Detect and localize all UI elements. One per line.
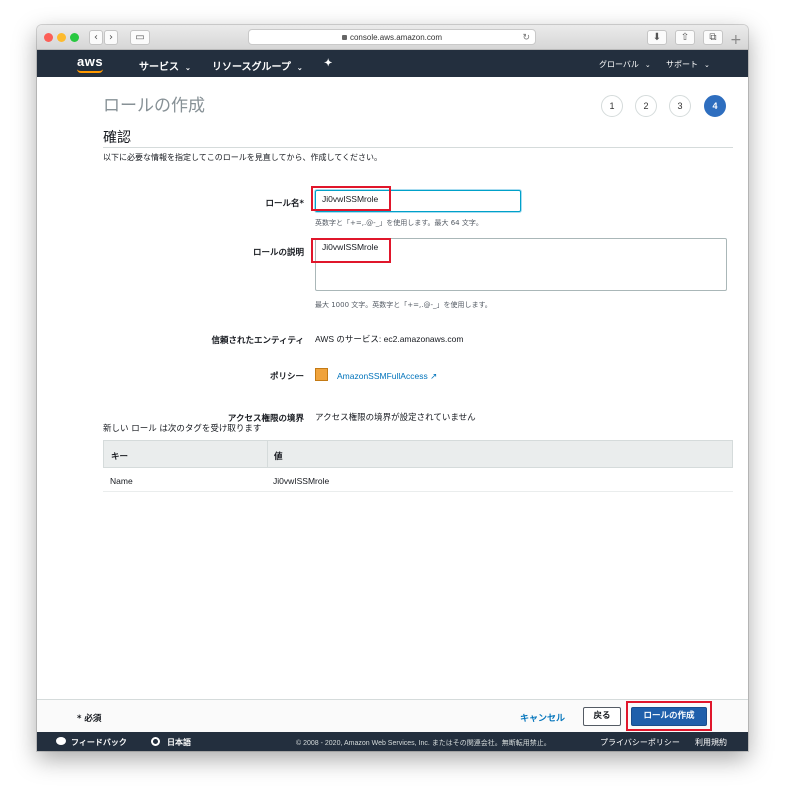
- resource-groups-label: リソースグループ: [212, 62, 291, 73]
- services-menu[interactable]: サービス ⌄: [139, 58, 191, 73]
- region-menu[interactable]: グローバル ⌄: [599, 59, 651, 70]
- browser-toolbar: ‹ › ▭ console.aws.amazon.com ↻ ⬇ ⇧ ⧉ +: [37, 25, 748, 50]
- role-name-label: ロール名*: [265, 199, 304, 209]
- chevron-down-icon: ⌄: [644, 62, 651, 69]
- step-4-active: 4: [704, 95, 726, 117]
- support-label: サポート: [666, 60, 698, 69]
- back-arrow-icon[interactable]: ‹: [89, 30, 103, 45]
- aws-logo-smile: [77, 69, 103, 73]
- zoom-window-button[interactable]: [70, 33, 79, 42]
- policy-label: ポリシー: [269, 372, 304, 382]
- chevron-down-icon: ⌄: [296, 65, 303, 72]
- pin-icon[interactable]: ✦: [324, 58, 332, 69]
- tag-value-cell: Ji0vwISSMrole: [273, 476, 330, 486]
- main-content: ロールの作成 1 2 3 4 確認 以下に必要な情報を指定してこのロールを見直し…: [37, 77, 748, 699]
- step-1[interactable]: 1: [601, 95, 623, 117]
- lock-icon: [341, 35, 347, 41]
- globe-icon: [151, 737, 160, 746]
- column-header-key: キー: [111, 452, 129, 462]
- copyright-text: © 2008 - 2020, Amazon Web Services, Inc.…: [296, 740, 551, 747]
- trusted-entity-label: 信頼されたエンティティ: [211, 336, 304, 346]
- annotation-highlight: [311, 186, 391, 211]
- role-name-hint: 英数字と「+=,.@-_」を使用します。最大 64 文字。: [315, 219, 483, 227]
- close-window-button[interactable]: [44, 33, 53, 42]
- tabs-icon[interactable]: ⧉: [703, 30, 723, 45]
- browser-window: ‹ › ▭ console.aws.amazon.com ↻ ⬇ ⇧ ⧉ + a…: [37, 25, 748, 751]
- feedback-link[interactable]: フィードバック: [71, 737, 127, 748]
- new-tab-icon[interactable]: +: [730, 32, 742, 48]
- share-icon[interactable]: ⇧: [675, 30, 695, 45]
- chevron-down-icon: ⌄: [704, 62, 710, 69]
- chevron-down-icon: ⌄: [185, 65, 191, 72]
- address-bar[interactable]: console.aws.amazon.com ↻: [248, 29, 536, 45]
- support-menu[interactable]: サポート ⌄: [666, 59, 710, 70]
- required-note: * 必須: [77, 714, 102, 724]
- forward-arrow-icon[interactable]: ›: [104, 30, 118, 45]
- aws-logo[interactable]: aws: [77, 54, 103, 69]
- annotation-highlight: [311, 238, 391, 263]
- reload-icon[interactable]: ↻: [522, 30, 530, 45]
- wizard-footer: * 必須 キャンセル 戻る ロールの作成: [37, 699, 748, 732]
- region-label: グローバル: [599, 60, 639, 69]
- aws-top-nav: aws サービス ⌄ リソースグループ ⌄ ✦ グローバル ⌄ サポート ⌄: [37, 50, 748, 77]
- divider: [103, 147, 733, 148]
- section-title: 確認: [103, 130, 131, 146]
- privacy-policy-link[interactable]: プライバシーポリシー: [600, 737, 680, 748]
- permissions-boundary-value: アクセス権限の境界が設定されていません: [315, 412, 476, 422]
- language-selector[interactable]: 日本語: [167, 737, 191, 748]
- url-text: console.aws.amazon.com: [349, 33, 443, 42]
- tag-key-cell: Name: [110, 476, 133, 486]
- role-description-hint: 最大 1000 文字。英数字と「+=,.@-_」を使用します。: [315, 301, 492, 309]
- column-header-value: 値: [274, 452, 283, 462]
- policy-link[interactable]: AmazonSSMFullAccess ↗: [337, 371, 437, 382]
- console-bottom-bar: フィードバック 日本語 © 2008 - 2020, Amazon Web Se…: [37, 732, 748, 751]
- back-button[interactable]: 戻る: [583, 707, 621, 726]
- step-2[interactable]: 2: [635, 95, 657, 117]
- table-header: キー 値: [103, 440, 733, 468]
- sidebar-icon[interactable]: ▭: [130, 30, 150, 45]
- cancel-button[interactable]: キャンセル: [520, 711, 565, 724]
- external-link-icon: ↗: [430, 371, 438, 381]
- policy-link-text: AmazonSSMFullAccess: [337, 371, 428, 381]
- terms-link[interactable]: 利用規約: [695, 737, 727, 748]
- tags-title: 新しい ロール は次のタグを受け取ります: [103, 424, 262, 434]
- feedback-bubble-icon: [56, 737, 66, 745]
- minimize-window-button[interactable]: [57, 33, 66, 42]
- policy-box-icon: [315, 368, 328, 381]
- annotation-highlight: [626, 701, 712, 731]
- resource-groups-menu[interactable]: リソースグループ ⌄: [212, 58, 303, 73]
- download-icon[interactable]: ⬇: [647, 30, 667, 45]
- intro-text: 以下に必要な情報を指定してこのロールを見直してから、作成してください。: [103, 153, 383, 162]
- tags-table: キー 値 Name Ji0vwISSMrole: [103, 440, 733, 492]
- services-label: サービス: [139, 62, 179, 73]
- table-row: Name Ji0vwISSMrole: [103, 468, 733, 492]
- step-3[interactable]: 3: [669, 95, 691, 117]
- page-title: ロールの作成: [103, 96, 205, 115]
- column-divider: [267, 441, 268, 468]
- trusted-entity-value: AWS のサービス: ec2.amazonaws.com: [315, 334, 464, 344]
- role-description-label: ロールの説明: [252, 248, 304, 258]
